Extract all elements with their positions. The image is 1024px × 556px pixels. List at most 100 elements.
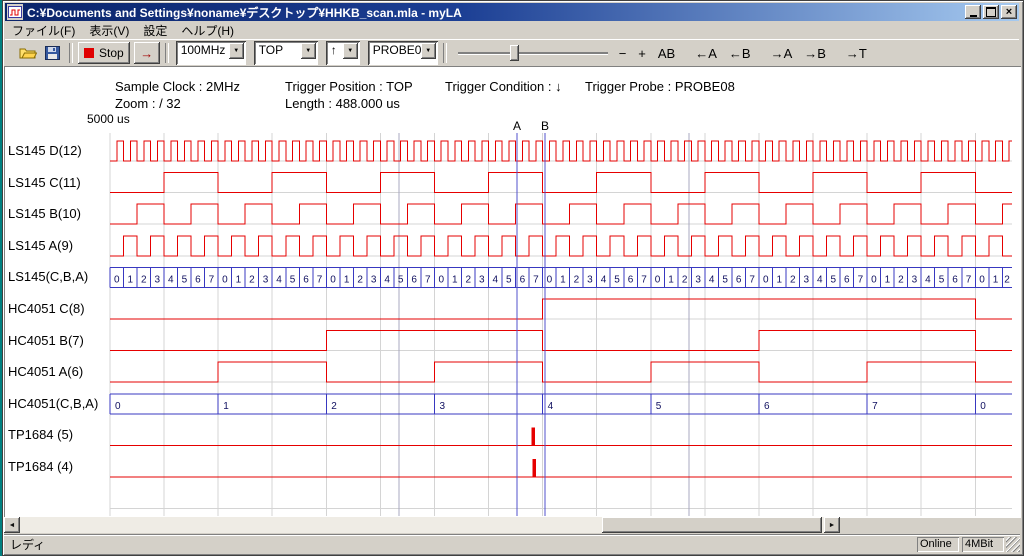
sample-clock-text: Sample Clock : 2MHz [115,79,240,94]
stop-label: Stop [99,46,124,60]
bus-value: 6 [736,274,742,285]
channel-label-ls145-b-10[interactable]: LS145 B(10) [8,206,81,221]
channel-label-hc4051-c-8[interactable]: HC4051 C(8) [8,301,85,316]
channel-label-tp1684-5[interactable]: TP1684 (5) [8,427,73,442]
stop-button[interactable]: Stop [78,42,130,64]
channel-label-ls145-c-11[interactable]: LS145 C(11) [8,175,81,190]
bus-value: 1 [452,274,458,285]
chevron-down-icon[interactable]: ▼ [343,43,358,59]
channel-label-tp1684-4[interactable]: TP1684 (4) [8,459,73,474]
horizontal-scrollbar[interactable]: ◄ ► [4,517,840,533]
jump-right-b-button[interactable]: →B [801,43,829,63]
save-button[interactable] [43,42,62,64]
bus-value: 3 [155,274,161,285]
bus-value: 2 [574,274,580,285]
bus-value: 6 [764,401,770,412]
maximize-icon [986,7,996,17]
close-button[interactable]: × [1001,5,1017,19]
zoom-slider-thumb[interactable] [510,45,519,61]
trigger-position-combo[interactable]: TOP▼ [254,41,318,65]
channel-label-hc4051-a-6[interactable]: HC4051 A(6) [8,364,83,379]
bus-value: 4 [709,274,715,285]
trigger-probe-text: Trigger Probe : PROBE08 [585,79,735,94]
waveform-ls145-a-9 [110,236,1012,256]
bus-value: 7 [966,274,972,285]
bus-value: 1 [223,401,229,412]
scroll-right-button[interactable]: ► [824,517,840,533]
bus-value: 0 [655,274,661,285]
trigger-probe-combo[interactable]: PROBE00▼ [368,41,438,65]
bus-value: 0 [763,274,769,285]
menu-item-view[interactable]: 表示(V) [82,21,136,40]
close-icon: × [1006,7,1012,18]
channel-label-ls145-c-b-a[interactable]: LS145(C,B,A) [8,269,88,284]
minimize-button[interactable] [965,5,981,19]
bus-value: 7 [209,274,215,285]
zoom-in-button[interactable]: + [635,43,649,63]
menu-item-file[interactable]: ファイル(F) [5,21,82,40]
bus-value: 5 [939,274,945,285]
waveform-ls145-c-11 [110,173,1012,193]
bus-value: 6 [520,274,526,285]
bus-value: 1 [776,274,782,285]
chevron-down-icon[interactable]: ▼ [301,43,316,59]
scroll-thumb[interactable] [602,517,822,533]
bus-value: 5 [182,274,188,285]
open-button[interactable] [17,42,39,64]
bus-value: 3 [263,274,269,285]
bus-value: 7 [749,274,755,285]
bus-value: 6 [952,274,958,285]
sample-clock-combo-value: 100MHz [178,43,229,63]
bus-value: 4 [817,274,823,285]
minimize-icon [970,15,977,17]
toolbar-separator [165,43,169,63]
jump-left-a-button[interactable]: ←A [692,43,720,63]
waveform-tp1684-5-pulse [532,427,536,445]
menubar: ファイル(F)表示(V)設定ヘルプ(H) [5,22,1019,38]
menu-item-help[interactable]: ヘルプ(H) [174,21,241,40]
sample-clock-combo[interactable]: 100MHz▼ [176,41,246,65]
scroll-left-button[interactable]: ◄ [4,517,20,533]
channel-label-hc4051-b-7[interactable]: HC4051 B(7) [8,333,84,348]
trigger-edge-combo-value: ↑ [328,43,343,63]
bus-value: 2 [249,274,255,285]
status-memory: 4MBit [962,537,1004,552]
jump-right-a-button[interactable]: →A [768,43,796,63]
bus-value: 3 [440,401,446,412]
chevron-down-icon[interactable]: ▼ [421,43,436,59]
jump-trigger-button[interactable]: →T [843,43,870,63]
resize-grip[interactable] [1006,537,1020,552]
cursor-ab-button[interactable]: AB [655,43,678,63]
toolbar-separator [69,43,73,63]
bus-value: 2 [790,274,796,285]
menu-item-settings[interactable]: 設定 [136,21,174,40]
bus-value: 5 [290,274,296,285]
bus-value: 0 [871,274,877,285]
run-button[interactable]: → [134,42,160,64]
channel-label-ls145-a-9[interactable]: LS145 A(9) [8,238,73,253]
trigger-edge-combo[interactable]: ↑▼ [326,41,360,65]
bus-value: 3 [912,274,918,285]
bus-value: 7 [872,401,878,412]
chevron-down-icon[interactable]: ▼ [229,43,244,59]
zoom-out-button[interactable]: − [616,43,630,63]
bus-value: 4 [493,274,499,285]
bus-value: 0 [114,274,120,285]
channel-label-ls145-d-12[interactable]: LS145 D(12) [8,143,82,158]
waveform-area[interactable]: 0123456701234567012345670123456701234567… [2,120,1014,517]
toolbar-separator [443,43,447,63]
bus-value: 0 [979,274,985,285]
bus-value: 4 [276,274,282,285]
bus-value: 2 [1004,274,1010,285]
maximize-button[interactable] [983,5,999,19]
scroll-track[interactable] [20,517,824,533]
bus-value: 5 [656,401,662,412]
channel-label-hc4051-c-b-a[interactable]: HC4051(C,B,A) [8,396,98,411]
status-text: レディ [4,536,914,553]
save-floppy-icon [45,46,60,60]
jump-left-b-button[interactable]: ←B [726,43,754,63]
bus-value: 1 [236,274,242,285]
zoom-slider-track [458,52,608,54]
zoom-slider[interactable] [458,43,608,63]
bus-value: 1 [885,274,891,285]
